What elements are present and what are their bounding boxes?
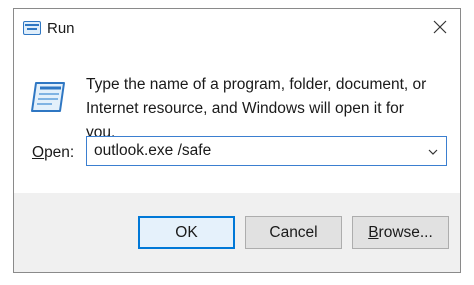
open-label: Open: — [32, 144, 74, 162]
run-app-icon — [23, 21, 41, 35]
window-title: Run — [47, 20, 75, 37]
open-label-accesskey: O — [32, 144, 45, 161]
open-combobox[interactable]: outlook.exe /safe — [86, 136, 447, 166]
description-line-1: Type the name of a program, folder, docu… — [86, 76, 427, 93]
browse-button-label: rowse... — [378, 223, 433, 241]
description-text: Type the name of a program, folder, docu… — [86, 73, 436, 145]
ok-button[interactable]: OK — [138, 216, 235, 249]
open-label-rest: pen: — [44, 144, 75, 161]
run-dialog: Run Type the name of a program, folder, … — [13, 8, 461, 273]
close-icon — [433, 20, 447, 39]
dropdown-button[interactable] — [420, 137, 446, 165]
browse-button[interactable]: Browse... — [352, 216, 449, 249]
cancel-button[interactable]: Cancel — [245, 216, 342, 249]
cancel-button-label: Cancel — [269, 223, 318, 241]
ok-button-label: OK — [175, 223, 198, 241]
chevron-down-icon — [428, 142, 438, 160]
browse-accesskey: B — [368, 223, 379, 241]
open-input[interactable]: outlook.exe /safe — [94, 142, 211, 160]
button-bar: OK Cancel Browse... — [14, 193, 460, 272]
run-large-icon — [30, 79, 70, 115]
close-button[interactable] — [420, 9, 460, 49]
title-bar[interactable]: Run — [14, 9, 460, 49]
